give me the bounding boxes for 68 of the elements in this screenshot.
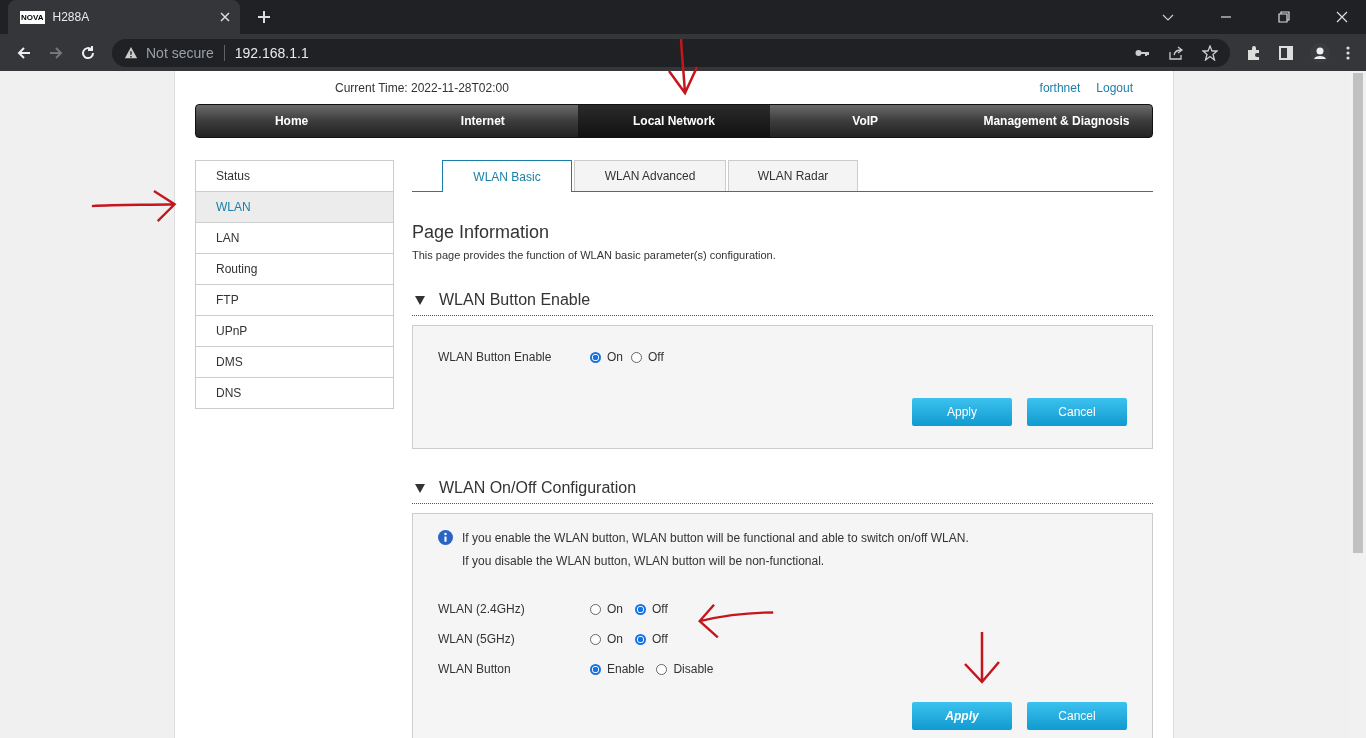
field-label: WLAN Button Enable: [438, 350, 553, 364]
option-label: Off: [648, 350, 664, 364]
forward-icon[interactable]: [48, 44, 64, 61]
browser-tab[interactable]: NOVA H288A: [8, 0, 240, 34]
option-label: On: [607, 350, 623, 364]
menu-tab[interactable]: Internet: [387, 105, 579, 137]
menu-tab[interactable]: Local Network: [578, 105, 770, 137]
radio-button[interactable]: [590, 633, 601, 645]
section-title: WLAN On/Off Configuration: [439, 479, 637, 497]
radio-button[interactable]: [590, 603, 601, 615]
side-panel-icon[interactable]: [1278, 44, 1294, 61]
field-label: WLAN (5GHz): [438, 632, 516, 646]
annotation-arrow: [962, 630, 1002, 686]
tab[interactable]: WLAN Advanced: [574, 160, 726, 191]
field-label: WLAN (2.4GHz): [438, 602, 526, 616]
annotation-arrow: [665, 37, 701, 97]
option-label: On: [607, 632, 623, 646]
share-icon[interactable]: [1168, 44, 1184, 61]
radio-button[interactable]: [635, 633, 646, 645]
new-tab-icon[interactable]: [258, 11, 270, 23]
warning-icon: [124, 45, 138, 60]
option-label: Enable: [607, 662, 645, 676]
logout-link[interactable]: Logout: [1096, 80, 1133, 95]
security-label: Not secure: [146, 44, 214, 61]
menu-tab[interactable]: Home: [196, 105, 388, 137]
address-bar[interactable]: Not secure 192.168.1.1: [112, 38, 1230, 67]
back-icon[interactable]: [16, 44, 32, 61]
user-link[interactable]: forthnet: [1039, 80, 1081, 95]
radio-button[interactable]: [635, 603, 646, 615]
reload-icon[interactable]: [80, 44, 96, 61]
sidebar-item[interactable]: WLAN: [196, 192, 393, 223]
menu-tab[interactable]: Management & Diagnosis: [960, 105, 1152, 137]
triangle-icon[interactable]: [415, 483, 425, 493]
restore-icon[interactable]: [1278, 11, 1290, 23]
option-label: Disable: [673, 662, 714, 676]
tab[interactable]: WLAN Basic: [442, 160, 572, 192]
radio-button[interactable]: [631, 351, 642, 363]
sidebar-item[interactable]: DNS: [196, 378, 393, 409]
page-title: Page Information: [412, 222, 551, 243]
field-label: WLAN Button: [438, 662, 512, 676]
radio-button[interactable]: [590, 351, 601, 363]
favicon: NOVA: [20, 10, 45, 24]
star-icon[interactable]: [1202, 44, 1218, 61]
section-title: WLAN Button Enable: [439, 291, 591, 309]
info-text: If you enable the WLAN button, WLAN button will be functional and able to switch on/off WLAN.: [462, 530, 969, 545]
close-tab-icon[interactable]: [220, 12, 230, 22]
info-text: If you disable the WLAN button, WLAN button will be non-functional.: [462, 553, 825, 568]
radio-button[interactable]: [590, 663, 601, 675]
triangle-icon[interactable]: [415, 295, 425, 305]
menu-icon[interactable]: [1346, 44, 1350, 61]
puzzle-icon[interactable]: [1246, 44, 1262, 61]
sidebar-item[interactable]: Routing: [196, 254, 393, 285]
info-icon: [438, 530, 453, 545]
sidebar-item[interactable]: UPnP: [196, 316, 393, 347]
menu-tab[interactable]: VoIP: [769, 105, 961, 137]
current-time: Current Time: 2022-11-28T02:00: [335, 80, 509, 95]
sidebar-item[interactable]: LAN: [196, 223, 393, 254]
tab[interactable]: WLAN Radar: [728, 160, 858, 191]
radio-button[interactable]: [656, 663, 668, 675]
option-label: Off: [652, 632, 668, 646]
page-description: This page provides the function of WLAN basic parameter(s) configuration.: [412, 249, 777, 261]
tab-title: H288A: [52, 10, 91, 24]
close-window-icon[interactable]: [1336, 11, 1348, 23]
sidebar-item[interactable]: DMS: [196, 347, 393, 378]
url-text: 192.168.1.1: [234, 44, 309, 61]
option-label: On: [607, 602, 623, 616]
sidebar-item[interactable]: FTP: [196, 285, 393, 316]
option-label: Off: [652, 602, 668, 616]
